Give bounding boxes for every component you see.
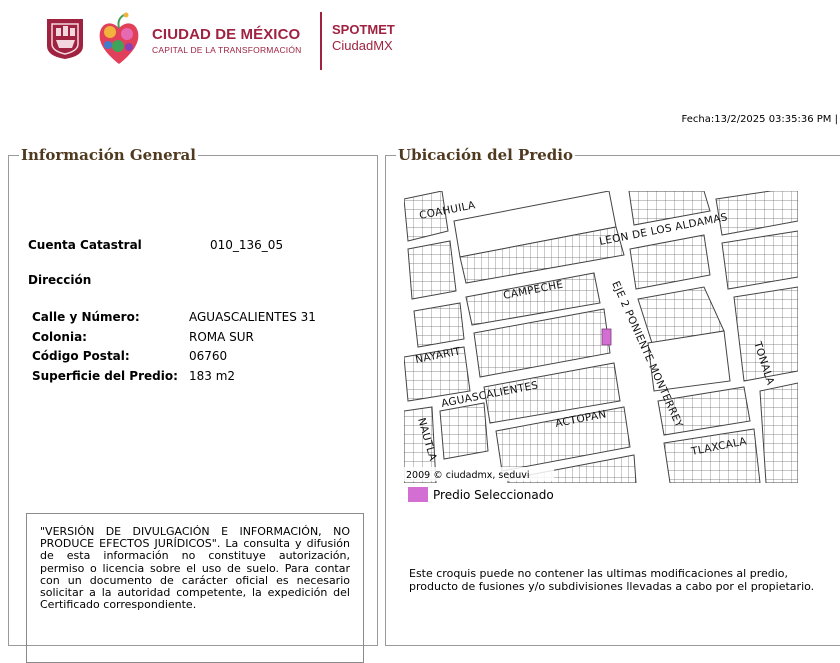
city-block: [629, 234, 711, 290]
superficie-value: 183 m2: [189, 368, 236, 383]
informacion-general-legend: Información General: [21, 146, 196, 164]
city-block: [715, 191, 798, 236]
address-row-cp: Código Postal: 06760: [32, 349, 316, 369]
cuenta-catastral-row: Cuenta Catastral 010_136_05: [28, 238, 283, 252]
selected-parcel[interactable]: [601, 328, 612, 346]
header: CIUDAD DE MÉXICO CAPITAL DE LA TRANSFORM…: [44, 10, 464, 74]
calle-value: AGUASCALIENTES 31: [189, 310, 316, 324]
legend-label: Predio Seleccionado: [433, 488, 554, 502]
cuenta-catastral-value: 010_136_05: [210, 238, 284, 252]
informacion-general-panel: Información General Cuenta Catastral 010_…: [8, 146, 378, 663]
fecha-timestamp: Fecha:13/2/2025 03:35:36 PM |: [681, 114, 838, 125]
address-row-colonia: Colonia: ROMA SUR: [32, 330, 316, 350]
cuenta-catastral-label: Cuenta Catastral: [28, 238, 142, 252]
cdmx-seal-icon: [47, 19, 83, 59]
superficie-label: Superficie del Predio:: [32, 368, 178, 383]
city-block: [721, 230, 798, 290]
disclaimer-box: "VERSIÓN DE DIVULGACIÓN E INFORMACIÓN, N…: [26, 513, 364, 663]
city-block: [413, 302, 465, 348]
header-divider: [320, 12, 322, 70]
brand-subtitle: CAPITAL DE LA TRANSFORMACIÓN: [152, 45, 302, 55]
colonia-label: Colonia:: [32, 329, 87, 344]
map-copyright: 2009 © ciudadmx, seduvi: [406, 470, 530, 481]
location-map[interactable]: COAHUILA LEON DE LOS ALDAMAS CAMPECHE EJ…: [404, 191, 798, 483]
address-block: Calle y Número: AGUASCALIENTES 31 Colonia…: [32, 310, 316, 388]
brand-title: CIUDAD DE MÉXICO: [152, 26, 301, 43]
croquis-note: Este croquis puede no contener las ultim…: [409, 567, 815, 593]
codigo-postal-label: Código Postal:: [32, 349, 130, 363]
address-row-calle: Calle y Número: AGUASCALIENTES 31: [32, 310, 316, 330]
address-row-superficie: Superficie del Predio: 183 m2: [32, 369, 316, 389]
city-block: [439, 402, 489, 460]
ubicacion-predio-legend: Ubicación del Predio: [398, 146, 573, 164]
app-title: SPOTMET: [332, 22, 395, 37]
map-legend: Predio Seleccionado: [408, 487, 554, 502]
city-block: [759, 382, 798, 483]
direccion-title: Dirección: [28, 273, 92, 287]
city-block: [407, 240, 457, 300]
colonia-value: ROMA SUR: [189, 329, 254, 344]
floral-heart-icon: [99, 12, 139, 64]
selected-parcel-swatch: [408, 487, 428, 502]
app-subtitle: CiudadMX: [332, 38, 393, 53]
map-canvas: COAHUILA LEON DE LOS ALDAMAS CAMPECHE EJ…: [404, 191, 798, 483]
codigo-postal-value: 06760: [189, 349, 228, 363]
calle-label: Calle y Número:: [32, 310, 140, 324]
ubicacion-predio-panel: Ubicación del Predio COAHUILA LEON DE LO…: [385, 146, 840, 646]
